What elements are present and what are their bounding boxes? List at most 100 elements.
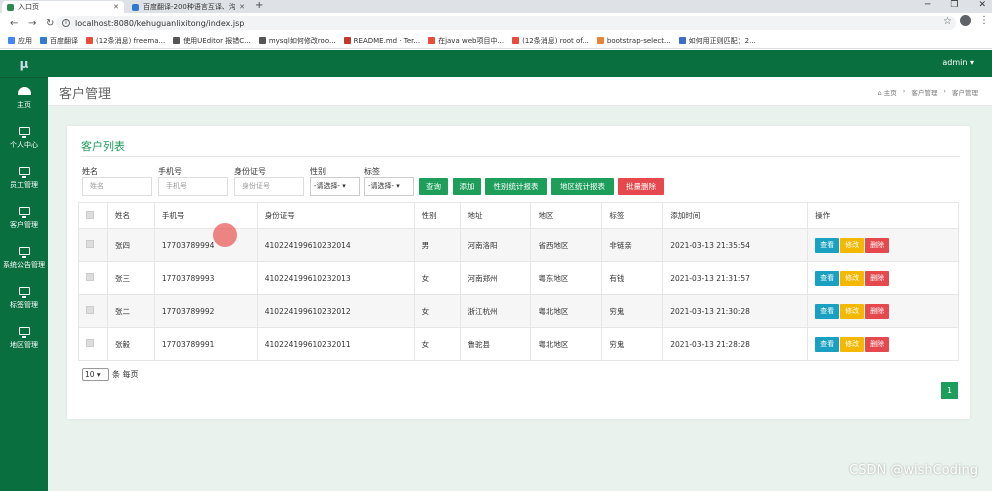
page-header: 客户管理 ⌂ 主页 › 客户管理 › 客户管理	[48, 77, 992, 106]
filter-phone-label: 手机号	[158, 167, 182, 176]
sidebar-item[interactable]: 个人中心	[0, 118, 48, 158]
table-cell: 2021-03-13 21:35:54	[662, 228, 809, 262]
url-input[interactable]: i localhost:8080/kehuguanlixitong/index.…	[56, 16, 956, 30]
bookmark-item[interactable]: 应用	[8, 36, 32, 46]
select-all-checkbox[interactable]	[86, 210, 94, 219]
bookmark-label: 使用UEditor 报错C...	[183, 36, 251, 45]
new-tab-icon[interactable]: +	[255, 0, 263, 11]
row-select-cell	[78, 327, 108, 361]
filter-tag-select[interactable]: -请选择- ▾	[364, 177, 414, 196]
account-avatar-icon[interactable]	[960, 15, 971, 26]
bookmark-star-icon[interactable]: ☆	[943, 16, 952, 27]
gender-stats-button[interactable]: 性别统计报表	[485, 178, 547, 195]
breadcrumb-item[interactable]: ⌂ 主页	[878, 87, 897, 97]
batch-delete-button[interactable]: 批量删除	[618, 178, 664, 195]
browser-tab-baidu[interactable]: 百度翻译-200种语言互译、沟通 ✕	[127, 1, 250, 13]
table-cell: 河南洛阳	[459, 228, 532, 262]
user-menu-dropdown[interactable]: admin ▾	[942, 58, 974, 67]
add-button[interactable]: 添加	[453, 178, 481, 195]
reload-icon[interactable]: ↻	[46, 18, 54, 29]
sidebar-item[interactable]: 地区管理	[0, 318, 48, 358]
table-cell: 省西地区	[530, 228, 603, 262]
view-button[interactable]: 查看	[815, 270, 840, 286]
edit-button[interactable]: 修改	[840, 336, 865, 352]
row-checkbox[interactable]	[86, 306, 94, 314]
filter-name-input[interactable]: 姓名	[82, 177, 152, 196]
close-window-icon[interactable]: ✕	[978, 0, 986, 10]
tab-favicon-icon	[132, 3, 139, 11]
edit-button[interactable]: 修改	[840, 303, 865, 319]
bookmark-item[interactable]: (12条消息) root of...	[512, 36, 589, 46]
column-header: 操作	[807, 202, 959, 229]
breadcrumb-item[interactable]: 客户管理	[911, 87, 937, 97]
sidebar-item[interactable]: 主页	[0, 78, 48, 118]
edit-button[interactable]: 修改	[840, 237, 865, 253]
edit-button[interactable]: 修改	[840, 270, 865, 286]
filter-gender-label: 性别	[310, 167, 326, 176]
browser-menu-icon[interactable]: ⋮	[979, 15, 989, 26]
filter-gender-select[interactable]: -请选择- ▾	[310, 177, 360, 196]
select-all-cell	[78, 202, 108, 229]
delete-button[interactable]: 删除	[865, 336, 890, 352]
bookmark-item[interactable]: mysql如何修改roo...	[258, 36, 336, 46]
breadcrumb-item[interactable]: 客户管理	[952, 87, 978, 97]
table-cell: 410224199610232014	[256, 228, 415, 262]
delete-button[interactable]: 删除	[865, 303, 890, 319]
maximize-icon[interactable]: ❐	[950, 0, 958, 10]
row-checkbox[interactable]	[86, 339, 94, 347]
minimize-icon[interactable]: ─	[925, 0, 930, 10]
info-icon[interactable]: i	[62, 19, 70, 27]
bookmark-item[interactable]: 百度翻译	[40, 36, 78, 46]
view-button[interactable]: 查看	[815, 303, 840, 319]
row-select-cell	[78, 228, 108, 262]
filter-name-label: 姓名	[82, 167, 98, 176]
column-header: 身份证号	[256, 202, 415, 229]
bookmark-favicon-icon	[678, 37, 686, 44]
table-cell: 410224199610232013	[256, 261, 415, 295]
bookmark-label: bootstrap-select...	[606, 36, 671, 45]
bookmark-item[interactable]: bootstrap-select...	[596, 36, 671, 45]
bookmark-item[interactable]: README.md · Ter...	[343, 37, 420, 45]
column-header: 标签	[601, 202, 664, 229]
close-tab-icon[interactable]: ✕	[113, 3, 119, 11]
sidebar-item[interactable]: 客户管理	[0, 198, 48, 238]
breadcrumb: ⌂ 主页 › 客户管理 › 客户管理	[878, 87, 978, 97]
sidebar-item[interactable]: 员工管理	[0, 158, 48, 198]
address-bar-row: ← → ↻ i localhost:8080/kehuguanlixitong/…	[0, 13, 992, 33]
bookmark-item[interactable]: 使用UEditor 报错C...	[173, 36, 251, 46]
bookmark-favicon-icon	[343, 37, 351, 44]
app-logo: μ	[0, 50, 48, 78]
row-select-cell	[78, 261, 108, 295]
watermark: CSDN @wishCoding	[849, 463, 978, 478]
forward-icon[interactable]: →	[28, 18, 36, 29]
back-icon[interactable]: ←	[10, 18, 18, 29]
column-header: 姓名	[106, 202, 155, 229]
close-tab-icon[interactable]: ✕	[239, 3, 245, 11]
region-stats-button[interactable]: 地区统计报表	[551, 178, 614, 195]
row-checkbox[interactable]	[86, 240, 94, 248]
table-cell: 穷鬼	[601, 327, 664, 361]
delete-button[interactable]: 删除	[865, 270, 890, 286]
table-cell: 女	[413, 294, 461, 328]
table-cell: 河南郑州	[459, 261, 532, 295]
view-button[interactable]: 查看	[815, 237, 840, 253]
delete-button[interactable]: 删除	[865, 237, 890, 253]
filter-phone-input[interactable]: 手机号	[158, 177, 228, 196]
view-button[interactable]: 查看	[815, 336, 840, 352]
query-button[interactable]: 查询	[419, 178, 448, 195]
page-size-select[interactable]: 10 ▾	[82, 368, 109, 381]
filter-idcard-input[interactable]: 身份证号	[234, 177, 304, 196]
pagination-page-1[interactable]: 1	[941, 382, 958, 399]
table-cell: 非链亲	[601, 228, 664, 262]
sidebar-item[interactable]: 系统公告管理	[0, 238, 48, 278]
row-checkbox[interactable]	[86, 273, 94, 281]
bookmark-item[interactable]: (12条消息) freema...	[86, 36, 165, 46]
sidebar-item[interactable]: 标签管理	[0, 278, 48, 318]
sidebar-item-label: 员工管理	[10, 180, 38, 189]
bookmark-item[interactable]: 在java web项目中...	[428, 36, 504, 46]
bookmark-item[interactable]: 如何用正则匹配：2...	[678, 36, 756, 46]
dashboard-icon	[17, 86, 31, 95]
browser-tab-active[interactable]: 入口页 ✕	[2, 1, 124, 13]
column-header: 地址	[459, 202, 532, 229]
sidebar-item-label: 客户管理	[10, 220, 38, 229]
